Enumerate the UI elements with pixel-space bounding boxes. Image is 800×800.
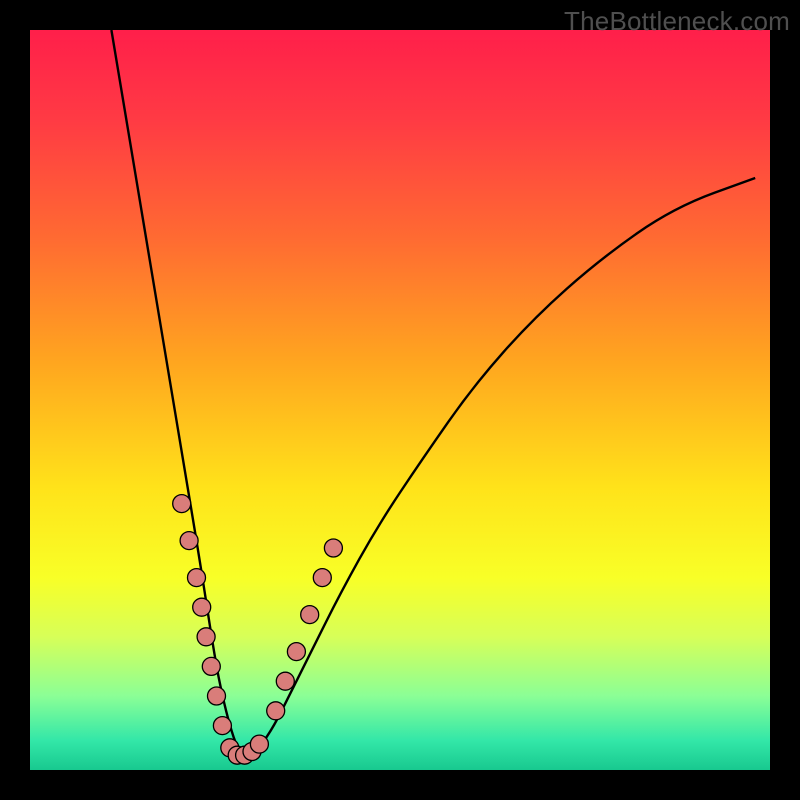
data-marker bbox=[180, 532, 198, 550]
data-marker bbox=[313, 569, 331, 587]
data-marker bbox=[250, 735, 268, 753]
data-marker bbox=[267, 702, 285, 720]
data-marker bbox=[324, 539, 342, 557]
data-marker bbox=[287, 643, 305, 661]
plot-area bbox=[30, 30, 770, 770]
data-marker bbox=[301, 606, 319, 624]
data-marker bbox=[193, 598, 211, 616]
data-marker bbox=[197, 628, 215, 646]
chart-frame: TheBottleneck.com bbox=[0, 0, 800, 800]
data-marker bbox=[213, 717, 231, 735]
chart-svg bbox=[30, 30, 770, 770]
data-marker bbox=[276, 672, 294, 690]
data-marker bbox=[208, 687, 226, 705]
data-marker bbox=[188, 569, 206, 587]
data-marker bbox=[173, 495, 191, 513]
data-marker bbox=[202, 657, 220, 675]
watermark-text: TheBottleneck.com bbox=[564, 6, 790, 37]
gradient-background bbox=[30, 30, 770, 770]
